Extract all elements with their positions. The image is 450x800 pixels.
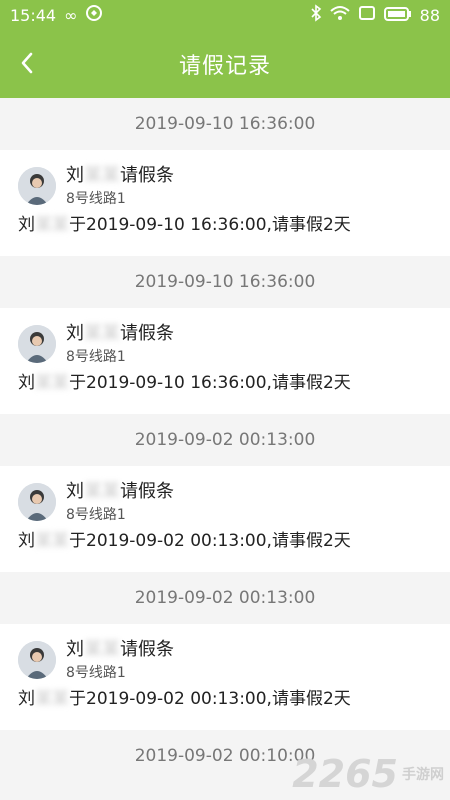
record-card[interactable]: 刘某某请假条 8号线路1 刘某某于2019-09-02 00:13:00,请事假… [0,624,450,730]
record-date: 2019-09-10 16:36:00 [0,98,450,150]
msg-prefix: 刘 [18,215,35,235]
msg-text: 于2019-09-02 00:13:00,请事假2天 [69,689,351,709]
msg-hidden: 某某 [35,689,69,709]
record-message: 刘某某于2019-09-02 00:13:00,请事假2天 [18,528,434,554]
msg-hidden: 某某 [35,531,69,551]
msg-prefix: 刘 [18,531,35,551]
route-label: 8号线路1 [66,665,126,681]
name-suffix: 请假条 [120,323,174,344]
watermark-number: 2265 [292,752,398,796]
record-title: 刘某某请假条 [66,636,174,664]
bluetooth-icon [310,4,322,26]
record-title: 刘某某请假条 [66,478,174,506]
record-group: 2019-09-10 16:36:00 刘某某请假条 8号线路1 刘某某于201… [0,98,450,256]
battery-level: 88 [419,5,440,25]
avatar [18,483,56,521]
route-label: 8号线路1 [66,349,126,365]
name-prefix: 刘 [66,165,84,186]
record-card[interactable]: 刘某某请假条 8号线路1 刘某某于2019-09-02 00:13:00,请事假… [0,466,450,572]
name-suffix: 请假条 [120,165,174,186]
record-card[interactable]: 刘某某请假条 8号线路1 刘某某于2019-09-10 16:36:00,请事假… [0,150,450,256]
avatar [18,167,56,205]
name-hidden: 某某 [84,323,120,344]
name-prefix: 刘 [66,639,84,660]
screen-icon [358,5,376,25]
watermark-site: 手游网 [402,767,444,783]
record-message: 刘某某于2019-09-02 00:13:00,请事假2天 [18,686,434,712]
name-suffix: 请假条 [120,481,174,502]
msg-text: 于2019-09-02 00:13:00,请事假2天 [69,531,351,551]
record-date: 2019-09-02 00:13:00 [0,572,450,624]
record-title: 刘某某请假条 [66,320,174,348]
status-bar: 15:44 ∞ 88 [0,0,450,30]
record-date: 2019-09-10 16:36:00 [0,256,450,308]
msg-prefix: 刘 [18,689,35,709]
record-group: 2019-09-02 00:13:00 刘某某请假条 8号线路1 刘某某于201… [0,572,450,730]
record-card[interactable]: 刘某某请假条 8号线路1 刘某某于2019-09-10 16:36:00,请事假… [0,308,450,414]
record-message: 刘某某于2019-09-10 16:36:00,请事假2天 [18,212,434,238]
page-title: 请假记录 [178,54,271,79]
name-suffix: 请假条 [120,639,174,660]
app-bar: 请假记录 [0,30,450,98]
name-hidden: 某某 [84,481,120,502]
name-prefix: 刘 [66,323,84,344]
record-title: 刘某某请假条 [66,162,174,190]
route-label: 8号线路1 [66,507,126,523]
watermark: 2265 手游网 [292,752,444,796]
sync-icon [85,4,103,26]
record-date: 2019-09-02 00:13:00 [0,414,450,466]
name-hidden: 某某 [84,165,120,186]
wifi-icon [329,5,350,25]
record-message: 刘某某于2019-09-10 16:36:00,请事假2天 [18,370,434,396]
leave-record-list: 2019-09-10 16:36:00 刘某某请假条 8号线路1 刘某某于201… [0,98,450,782]
name-prefix: 刘 [66,481,84,502]
avatar [18,325,56,363]
record-group: 2019-09-02 00:13:00 刘某某请假条 8号线路1 刘某某于201… [0,414,450,572]
name-hidden: 某某 [84,639,120,660]
status-time: 15:44 [10,5,57,25]
avatar [18,641,56,679]
msg-text: 于2019-09-10 16:36:00,请事假2天 [69,373,351,393]
record-group: 2019-09-10 16:36:00 刘某某请假条 8号线路1 刘某某于201… [0,256,450,414]
battery-icon [383,6,412,25]
infinity-icon: ∞ [64,5,78,25]
chevron-left-icon [21,52,33,74]
msg-hidden: 某某 [35,373,69,393]
msg-prefix: 刘 [18,373,35,393]
route-label: 8号线路1 [66,191,126,207]
msg-hidden: 某某 [35,215,69,235]
msg-text: 于2019-09-10 16:36:00,请事假2天 [69,215,351,235]
back-button[interactable] [14,50,40,76]
